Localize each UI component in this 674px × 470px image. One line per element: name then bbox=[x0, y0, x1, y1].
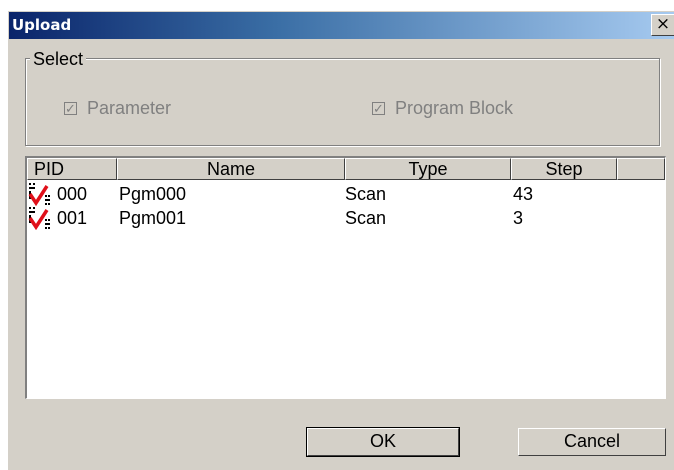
type-cell: Scan bbox=[345, 184, 387, 204]
parameter-checkbox[interactable]: ✓ Parameter bbox=[64, 98, 171, 119]
name-cell: Pgm001 bbox=[119, 208, 187, 228]
table-row[interactable]: 001 Pgm001 Scan 3 bbox=[27, 206, 665, 230]
program-block-checkbox[interactable]: ✓ Program Block bbox=[372, 98, 513, 119]
type-cell: Scan bbox=[345, 208, 387, 228]
select-group-label: Select bbox=[30, 49, 87, 70]
name-cell: Pgm000 bbox=[119, 184, 187, 204]
ok-button[interactable]: OK bbox=[306, 427, 460, 457]
parameter-label: Parameter bbox=[87, 98, 172, 118]
step-cell: 43 bbox=[513, 184, 534, 204]
step-cell: 3 bbox=[513, 208, 524, 228]
column-header-empty bbox=[617, 158, 665, 180]
column-header-step[interactable]: Step bbox=[511, 158, 617, 180]
list-header: PID Name Type Step bbox=[27, 158, 665, 180]
window-title: Upload bbox=[12, 16, 72, 34]
close-icon: × bbox=[655, 14, 671, 34]
pid-cell: 001 bbox=[57, 208, 88, 228]
program-list[interactable]: PID Name Type Step 000 Pgm000 Scan 43 00… bbox=[25, 156, 666, 399]
pid-cell: 000 bbox=[57, 184, 88, 204]
close-button[interactable]: × bbox=[651, 14, 674, 36]
checkmark-icon: ✓ bbox=[372, 101, 385, 116]
program-block-label: Program Block bbox=[395, 98, 514, 118]
column-header-name[interactable]: Name bbox=[117, 158, 345, 180]
program-checked-icon bbox=[28, 207, 50, 230]
cancel-button[interactable]: Cancel bbox=[518, 428, 666, 456]
table-row[interactable]: 000 Pgm000 Scan 43 bbox=[27, 182, 665, 206]
column-header-pid[interactable]: PID bbox=[27, 158, 117, 180]
program-checked-icon bbox=[28, 183, 50, 206]
column-header-type[interactable]: Type bbox=[345, 158, 511, 180]
checkmark-icon: ✓ bbox=[64, 101, 77, 116]
title-bar[interactable]: Upload × bbox=[9, 12, 674, 39]
